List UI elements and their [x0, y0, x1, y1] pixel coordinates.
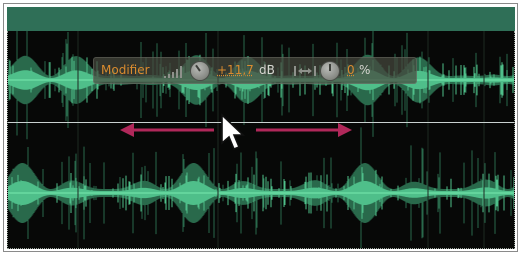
gain-knob-icon[interactable] — [191, 62, 209, 80]
waveform-editor[interactable]: Modifier +11,7 dB 0 % — [7, 31, 515, 249]
drag-right-arrow — [256, 123, 352, 137]
hud-label: Modifier — [101, 63, 150, 77]
pan-unit: % — [359, 63, 371, 77]
editor-title-bar — [7, 7, 515, 31]
pan-value[interactable]: 0 — [347, 63, 355, 77]
pan-icon — [294, 66, 316, 76]
gain-unit: dB — [259, 63, 275, 77]
pan-knob-icon[interactable] — [321, 62, 339, 80]
level-meter-icon — [164, 66, 182, 78]
waveform-channel-2 — [8, 127, 514, 248]
heads-up-display[interactable]: Modifier +11,7 dB 0 % — [93, 57, 417, 84]
drag-left-arrow — [120, 123, 214, 137]
mouse-pointer-icon — [221, 113, 245, 151]
gain-value[interactable]: +11,7 — [217, 63, 254, 77]
